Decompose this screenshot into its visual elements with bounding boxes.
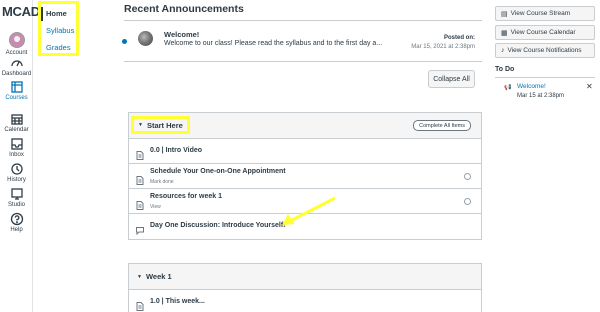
global-nav-label: Courses [5, 95, 28, 101]
unread-dot [122, 39, 127, 44]
history-icon [10, 162, 24, 176]
todo-item-title[interactable]: Welcome! [517, 83, 546, 90]
view-course-notifications-button[interactable]: ♪ View Course Notifications [495, 43, 595, 58]
button-label: View Course Notifications [507, 47, 582, 54]
announcement-title[interactable]: Welcome! [164, 30, 199, 39]
module-item-title[interactable]: Schedule Your One-on-One Appointment [150, 168, 286, 175]
module-item[interactable]: 1.0 | This week... [129, 290, 481, 312]
collapse-all-button[interactable]: Collapse All [428, 70, 475, 88]
announcement-message: Welcome to our class! Please read the sy… [164, 40, 383, 47]
announcement-item[interactable]: Welcome! Welcome to our class! Please re… [118, 27, 486, 59]
global-nav-label: Studio [7, 202, 25, 208]
completion-circle-icon [464, 173, 471, 180]
stream-icon: ▤ [501, 10, 508, 18]
global-nav-help[interactable]: Help [0, 212, 33, 233]
global-nav-history[interactable]: History [0, 162, 33, 183]
global-nav-label: Calendar [4, 127, 29, 133]
module-item[interactable]: 0.0 | Intro Video [129, 139, 481, 164]
complete-all-items-button[interactable]: Complete All Items [413, 120, 471, 131]
global-nav-label: Inbox [9, 152, 24, 158]
calendar-icon [10, 112, 24, 126]
calendar-icon: ▦ [501, 29, 508, 37]
page-icon [136, 147, 144, 160]
module-week-1: ▼ Week 1 1.0 | This week... [128, 263, 482, 312]
view-course-stream-button[interactable]: ▤ View Course Stream [495, 6, 595, 21]
dashboard-icon [10, 56, 24, 70]
module-name[interactable]: ▼ Start Here [131, 116, 190, 134]
page-icon [136, 197, 144, 210]
global-nav-label: Dashboard [1, 71, 32, 77]
course-nav-home[interactable]: Home [41, 7, 76, 21]
courses-icon [10, 80, 24, 94]
global-nav-calendar[interactable]: Calendar [0, 112, 33, 133]
page-icon [136, 172, 144, 185]
module-item-title[interactable]: Resources for week 1 [150, 193, 222, 200]
avatar [8, 32, 25, 48]
module-title: Start Here [146, 120, 183, 130]
module-item-title[interactable]: 0.0 | Intro Video [150, 147, 202, 154]
bell-icon: ♪ [501, 47, 505, 54]
button-label: View Course Stream [510, 10, 571, 17]
divider [124, 61, 482, 62]
module-item-title[interactable]: 1.0 | This week... [150, 298, 205, 305]
logo[interactable]: MCAD [2, 4, 40, 19]
global-nav-courses[interactable]: Courses [0, 80, 33, 101]
global-nav: MCAD Account Dashboard Courses Calendar … [0, 0, 40, 312]
global-nav-dashboard[interactable]: Dashboard [0, 56, 33, 77]
module-item-requirement: View [150, 204, 161, 210]
module-item[interactable]: Schedule Your One-on-One Appointment Mar… [129, 164, 481, 189]
author-avatar [138, 31, 153, 46]
course-nav-syllabus[interactable]: Syllabus [41, 24, 76, 38]
course-nav-grades[interactable]: Grades [41, 41, 76, 55]
view-course-calendar-button[interactable]: ▦ View Course Calendar [495, 25, 595, 40]
inbox-icon [10, 137, 24, 151]
announcement-icon: 📢 [504, 85, 512, 91]
module-name[interactable]: ▼ Week 1 [133, 269, 176, 284]
close-icon[interactable]: ✕ [586, 82, 593, 91]
studio-icon [10, 187, 24, 201]
global-nav-label: History [7, 177, 26, 183]
collapse-triangle-icon: ▼ [137, 273, 142, 280]
help-icon [10, 212, 24, 226]
divider [495, 77, 595, 78]
global-nav-label: Help [10, 227, 23, 233]
page-icon [136, 298, 144, 311]
global-nav-account[interactable]: Account [0, 32, 33, 56]
discussion-icon [136, 222, 144, 236]
module-item-title[interactable]: Day One Discussion: Introduce Yourself! [150, 222, 286, 229]
todo-heading: To Do [495, 66, 515, 73]
button-label: View Course Calendar [510, 29, 576, 36]
posted-label: Posted on: [444, 35, 475, 41]
todo-item-date: Mar 15 at 2:38pm [517, 93, 565, 99]
announcements-heading: Recent Announcements [124, 3, 244, 15]
divider [124, 20, 482, 21]
collapse-triangle-icon: ▼ [138, 122, 143, 128]
annotation-arrow-icon [282, 196, 336, 225]
posted-date: Mar 15, 2021 at 2:38pm [411, 44, 475, 50]
module-item-requirement: Mark done [150, 179, 174, 185]
module-header[interactable]: ▼ Week 1 [129, 264, 481, 290]
course-nav: Home Syllabus Grades [38, 1, 79, 56]
global-nav-studio[interactable]: Studio [0, 187, 33, 208]
completion-circle-icon [464, 198, 471, 205]
global-nav-inbox[interactable]: Inbox [0, 137, 33, 158]
module-header[interactable]: ▼ Start Here Complete All Items [129, 113, 481, 139]
module-title: Week 1 [145, 272, 172, 281]
